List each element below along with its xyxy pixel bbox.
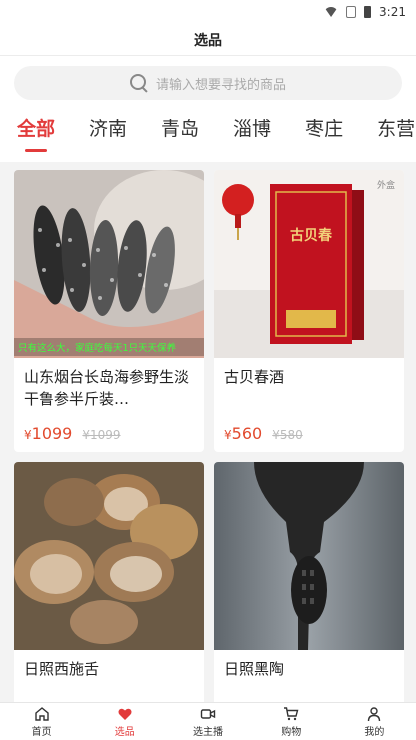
nav-profile[interactable]: 我的 xyxy=(333,703,416,740)
search-section: 请输入想要寻找的商品 xyxy=(0,56,416,108)
no-sim-icon xyxy=(346,6,357,18)
battery-icon xyxy=(364,6,372,18)
bottom-nav: 首页 选品 选主播 购物 我的 xyxy=(0,702,416,740)
nav-select-label: 选品 xyxy=(114,726,135,738)
region-tabs: 全部 济南 青岛 淄博 枣庄 东营 xyxy=(0,108,416,162)
nav-home-label: 首页 xyxy=(31,726,52,738)
original-price: ¥1099 xyxy=(82,428,121,442)
search-input[interactable]: 请输入想要寻找的商品 xyxy=(14,66,402,100)
tab-zaozhuang[interactable]: 枣庄 xyxy=(305,114,343,156)
nav-home[interactable]: 首页 xyxy=(0,703,83,740)
price-row: ¥1099 ¥1099 xyxy=(14,418,204,443)
product-image-sea-cucumber: 只有这么大，家庭吃每天1只天天保养 xyxy=(14,170,204,358)
status-time: 3:21 xyxy=(379,5,406,19)
price-row: ¥560 ¥580 xyxy=(214,418,404,443)
product-name: 山东烟台长岛海参野生淡干鲁参半斤装… xyxy=(24,368,190,408)
tab-jinan[interactable]: 济南 xyxy=(89,114,127,156)
box-text: 古贝春 xyxy=(290,227,333,244)
page-title: 选品 xyxy=(194,32,222,49)
status-bar: 3:21 xyxy=(0,0,416,24)
cart-icon xyxy=(284,706,299,720)
tab-qingdao[interactable]: 青岛 xyxy=(161,114,199,156)
product-card[interactable]: 日照黑陶 xyxy=(214,462,404,708)
product-price: ¥560 xyxy=(224,424,263,443)
product-card[interactable]: 只有这么大，家庭吃每天1只天天保养 山东烟台长岛海参野生淡干鲁参半斤装… ¥10… xyxy=(14,170,204,452)
video-icon xyxy=(200,708,216,719)
image-label: 外盒 xyxy=(377,179,395,191)
search-placeholder: 请输入想要寻找的商品 xyxy=(155,77,286,93)
nav-profile-label: 我的 xyxy=(364,726,385,738)
product-grid: 只有这么大，家庭吃每天1只天天保养 山东烟台长岛海参野生淡干鲁参半斤装… ¥10… xyxy=(0,162,416,708)
product-card[interactable]: 日照西施舌 xyxy=(14,462,204,708)
image-caption: 只有这么大，家庭吃每天1只天天保养 xyxy=(18,342,177,354)
person-icon xyxy=(368,706,381,721)
product-image-liquor: 古贝春 外盒 xyxy=(214,170,404,358)
product-image-clams xyxy=(14,462,204,650)
tab-dongying[interactable]: 东营 xyxy=(377,114,415,156)
title-bar: 选品 xyxy=(0,24,416,56)
product-name: 日照黑陶 xyxy=(224,660,285,678)
home-icon xyxy=(34,706,49,721)
nav-select[interactable]: 选品 xyxy=(83,703,166,740)
nav-shopping-label: 购物 xyxy=(281,726,302,738)
product-name: 古贝春酒 xyxy=(224,368,285,386)
product-image-black-pottery xyxy=(214,462,404,650)
product-name: 日照西施舌 xyxy=(24,660,100,678)
nav-streamer[interactable]: 选主播 xyxy=(166,703,249,740)
original-price: ¥580 xyxy=(272,428,303,442)
nav-shopping[interactable]: 购物 xyxy=(250,703,333,740)
product-card[interactable]: 古贝春 外盒 古贝春酒 ¥560 ¥580 xyxy=(214,170,404,452)
tab-zibo[interactable]: 淄博 xyxy=(233,114,271,156)
product-price: ¥1099 xyxy=(24,424,73,443)
tab-all[interactable]: 全部 xyxy=(17,114,55,156)
nav-streamer-label: 选主播 xyxy=(193,726,223,738)
search-icon xyxy=(129,74,148,92)
heart-icon xyxy=(118,708,132,720)
wifi-icon xyxy=(324,7,339,17)
